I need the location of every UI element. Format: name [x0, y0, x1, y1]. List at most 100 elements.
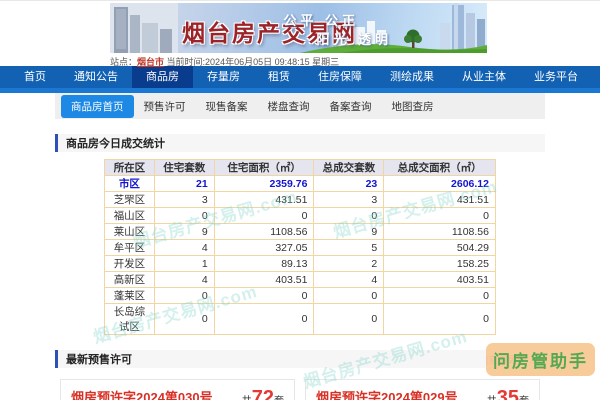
- station-city-link[interactable]: 烟台市: [137, 57, 164, 67]
- col-header-total-units: 总成交套数: [313, 159, 385, 176]
- cell-value: 0: [383, 207, 496, 224]
- cell-value: 403.51: [213, 271, 315, 288]
- cell-value: 0: [213, 303, 315, 335]
- page: 烟台房产交易网 公平 公正 阳光 透明 站点：烟台市 当前时间:2024年06月…: [0, 0, 600, 400]
- housing-assistant-widget[interactable]: 问房管助手: [486, 343, 595, 376]
- cell-value: 1108.56: [213, 223, 315, 240]
- district-name: 开发区: [104, 255, 155, 272]
- cell-value: 504.29: [383, 239, 496, 256]
- cell-value: 0: [153, 287, 215, 304]
- cell-value: 0: [313, 287, 385, 304]
- district-name: 牟平区: [104, 239, 155, 256]
- subnav-item-presale-permit[interactable]: 预售许可: [134, 95, 196, 118]
- col-header-district: 所在区: [104, 159, 155, 176]
- col-header-residential-area: 住宅面积（㎡）: [213, 159, 315, 176]
- cell-value: 4: [313, 271, 385, 288]
- table-row: 芝罘区 3 431.51 3 431.51: [104, 191, 496, 208]
- cell-value: 9: [313, 223, 385, 240]
- count-prefix: 共: [242, 396, 252, 400]
- col-header-total-area: 总成交面积（㎡）: [383, 159, 496, 176]
- cell-value: 4: [153, 239, 215, 256]
- current-time-text: 当前时间:2024年06月05日 09:48:15 星期三: [166, 57, 340, 67]
- table-row: 市区 21 2359.76 23 2606.12: [104, 175, 496, 192]
- cell-value: 2359.76: [213, 175, 315, 192]
- nav-item-business-platform[interactable]: 业务平台: [520, 66, 592, 88]
- stats-section-title: 商品房今日成交统计: [66, 138, 165, 150]
- cell-value: 0: [383, 303, 496, 335]
- permit-number-link[interactable]: 烟房预许字2024第030号: [71, 387, 213, 400]
- nav-item-stock-housing[interactable]: 存量房: [193, 66, 254, 88]
- district-city-link[interactable]: 市区: [104, 175, 155, 192]
- subnav-item-filing-query[interactable]: 备案查询: [320, 95, 382, 118]
- station-bar: 站点：烟台市 当前时间:2024年06月05日 09:48:15 星期三: [110, 55, 339, 68]
- cell-value: 0: [313, 303, 385, 335]
- count-suffix: 套: [274, 396, 284, 400]
- transaction-stats-table: 所在区 住宅套数 住宅面积（㎡） 总成交套数 总成交面积（㎡） 市区 21 23…: [104, 159, 496, 335]
- main-nav: 首页 通知公告 商品房 存量房 租赁 住房保障 测绘成果 从业主体 业务平台: [0, 66, 600, 88]
- presale-card: 烟房预许字2024第030号 共72套 项目名称：朱家疃南侧A地块（创璟·翰林首…: [60, 379, 295, 400]
- nav-item-housing-security[interactable]: 住房保障: [304, 66, 376, 88]
- card-header: 烟房预许字2024第030号 共72套: [71, 387, 284, 400]
- table-row: 牟平区 4 327.05 5 504.29: [104, 239, 496, 256]
- presale-section-header: 最新预售许可 [查看更多...]: [55, 350, 545, 368]
- site-header: 烟台房产交易网 公平 公正 阳光 透明 站点：烟台市 当前时间:2024年06月…: [0, 0, 600, 68]
- cell-value: 0: [313, 207, 385, 224]
- table-header-row: 所在区 住宅套数 住宅面积（㎡） 总成交套数 总成交面积（㎡）: [104, 159, 496, 176]
- subnav-item-map-search[interactable]: 地图查房: [382, 95, 444, 118]
- cell-value: 2: [313, 255, 385, 272]
- count-number: 72: [251, 387, 274, 400]
- district-name: 长岛综试区: [104, 303, 155, 335]
- count-suffix: 套: [519, 396, 529, 400]
- district-name: 高新区: [104, 271, 155, 288]
- banner-slogan-2: 阳光 透明: [316, 32, 392, 47]
- subnav-item-current-sale-filing[interactable]: 现售备案: [196, 95, 258, 118]
- unit-count: 共72套: [242, 387, 284, 400]
- cell-value: 0: [383, 287, 496, 304]
- cell-value: 431.51: [383, 191, 496, 208]
- subnav-item-commercial-home[interactable]: 商品房首页: [61, 94, 134, 118]
- count-number: 35: [496, 387, 519, 400]
- presale-card: 烟房预许字2024第029号 共35套 项目名称：金科嘉景小区项目B地块4#商住…: [305, 379, 540, 400]
- table-row: 蓬莱区 0 0 0 0: [104, 287, 496, 304]
- district-name: 莱山区: [104, 223, 155, 240]
- unit-count: 共35套: [487, 387, 529, 400]
- cell-value: 0: [153, 303, 215, 335]
- presale-cards: 烟房预许字2024第030号 共72套 项目名称：朱家疃南侧A地块（创璟·翰林首…: [55, 379, 545, 400]
- card-header: 烟房预许字2024第029号 共35套: [316, 387, 529, 400]
- cell-value: 0: [213, 287, 315, 304]
- subnav-item-property-query[interactable]: 楼盘查询: [258, 95, 320, 118]
- cell-value: 2606.12: [383, 175, 496, 192]
- nav-item-notices[interactable]: 通知公告: [60, 66, 132, 88]
- district-name: 芝罘区: [104, 191, 155, 208]
- nav-item-commercial-housing[interactable]: 商品房: [132, 66, 193, 88]
- col-header-residential-units: 住宅套数: [153, 159, 215, 176]
- presale-section-title: 最新预售许可: [66, 354, 132, 366]
- sub-nav: 商品房首页 预售许可 现售备案 楼盘查询 备案查询 地图查房: [55, 93, 545, 119]
- cell-value: 9: [153, 223, 215, 240]
- cell-value: 3: [313, 191, 385, 208]
- nav-item-home[interactable]: 首页: [10, 66, 60, 88]
- permit-number-link[interactable]: 烟房预许字2024第029号: [316, 387, 458, 400]
- cell-value: 1: [153, 255, 215, 272]
- cell-value: 431.51: [213, 191, 315, 208]
- nav-item-rental[interactable]: 租赁: [254, 66, 304, 88]
- table-row: 莱山区 9 1108.56 9 1108.56: [104, 223, 496, 240]
- district-name: 福山区: [104, 207, 155, 224]
- cell-value: 403.51: [383, 271, 496, 288]
- district-name: 蓬莱区: [104, 287, 155, 304]
- nav-item-surveying-results[interactable]: 测绘成果: [376, 66, 448, 88]
- stats-section-header: 商品房今日成交统计: [55, 134, 545, 152]
- cell-value: 1108.56: [383, 223, 496, 240]
- cell-value: 5: [313, 239, 385, 256]
- cell-value: 327.05: [213, 239, 315, 256]
- site-banner: 烟台房产交易网 公平 公正 阳光 透明: [110, 3, 487, 53]
- cell-value: 0: [213, 207, 315, 224]
- count-prefix: 共: [487, 396, 497, 400]
- cell-value: 23: [313, 175, 385, 192]
- cell-value: 0: [153, 207, 215, 224]
- cell-value: 4: [153, 271, 215, 288]
- cell-value: 89.13: [213, 255, 315, 272]
- nav-item-industry-entities[interactable]: 从业主体: [448, 66, 520, 88]
- table-row: 开发区 1 89.13 2 158.25: [104, 255, 496, 272]
- cell-value: 3: [153, 191, 215, 208]
